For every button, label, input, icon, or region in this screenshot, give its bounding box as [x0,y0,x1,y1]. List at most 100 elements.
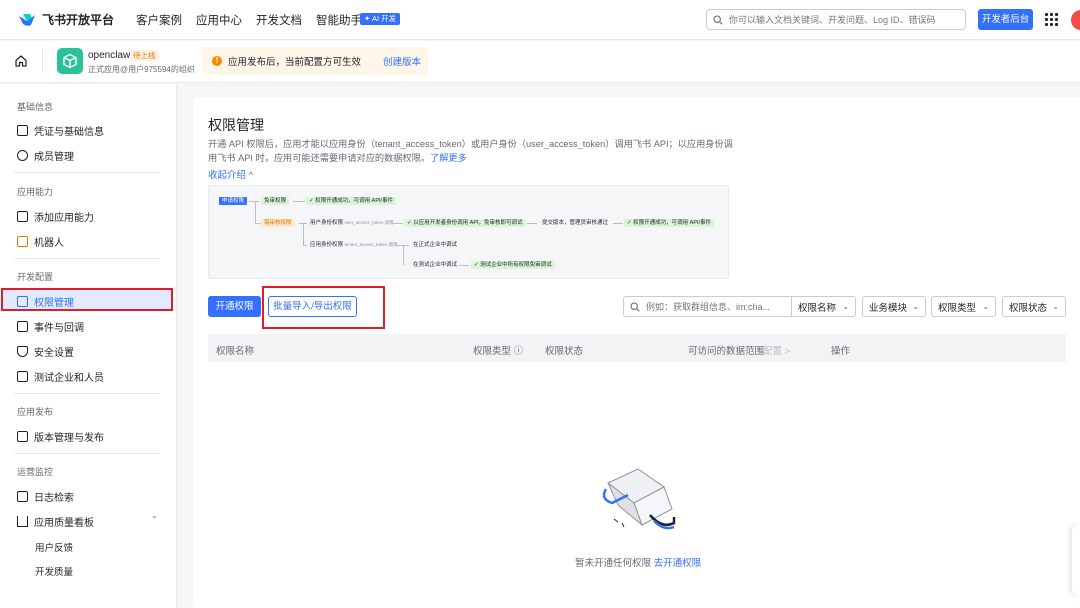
col-data-scope: 可访问的数据范围 [688,346,765,357]
flow-test-debug: 在测试企业中调试 [413,262,458,268]
permission-search-input[interactable] [646,301,786,312]
nav-app-center[interactable]: 应用中心 [196,12,242,28]
sidebar-group-release: 应用发布 [17,407,54,417]
appbar-divider [42,48,43,74]
page-title: 权限管理 [208,117,264,133]
chevron-down-icon: ⌄ [982,302,989,311]
flow-publish: 提交版本，管理员审核通过 [542,220,609,226]
shield-icon [17,346,28,357]
nav-customer-cases[interactable]: 客户案例 [136,12,182,28]
sidebar-group-monitoring: 运营监控 [17,467,54,477]
sidebar-item-events[interactable]: 事件与回调 [17,319,84,334]
notice-text: 应用发布后，当前配置方可生效 [228,57,362,68]
empty-state-illustration [602,468,676,530]
cube-icon [63,53,77,69]
create-version-link[interactable]: 创建版本 [383,54,421,68]
filter-label: 权限状态 [1009,302,1048,314]
sidebar-item-bot[interactable]: 机器人 [17,234,64,249]
table-header [208,334,1066,362]
filter-label: 权限类型 [938,302,977,314]
filter-label: 权限名称 [798,302,837,314]
sidebar-item-members[interactable]: 成员管理 [17,148,74,163]
person-icon [17,150,28,161]
page-description: 开通 API 权限后，应用才能以应用身份（tenant_access_token… [208,137,733,165]
brand-logo[interactable]: 飞书开放平台 [18,11,114,28]
sidebar-item-add-capability[interactable]: 添加应用能力 [17,209,94,224]
flow-apply: 申请权限 [219,197,248,205]
sidebar-item-logs[interactable]: 日志检索 [17,489,74,504]
home-icon[interactable] [14,54,28,68]
chevron-up-icon[interactable]: ⌃ [151,515,158,524]
brand-name: 飞书开放平台 [42,13,115,27]
sidebar-item-security[interactable]: 安全设置 [17,344,74,359]
sidebar-item-label: 事件与回调 [34,323,84,334]
filter-permission-name[interactable]: 权限名称 ⌄ [791,296,856,317]
ai-badge: ✦ AI 开发 [360,13,401,25]
flow-publish-result: ✓ 权限开通成功，可调用 API/事件 [624,219,715,227]
app-owner: 正式应用@用户975594的组织 [88,65,195,74]
search-icon [713,14,723,25]
id-card-icon [17,125,28,136]
sidebar-item-quality[interactable]: 应用质量看板 [17,514,94,529]
empty-message: 暂未开通任何权限 [575,558,652,569]
sidebar-item-label: 日志检索 [34,493,74,504]
open-permission-button[interactable]: 开通权限 [208,296,261,317]
permission-flow-diagram: 申请权限 免审权限 ✓ 权限开通成功，可调用 API/事件 需审核权限 用户身份… [208,185,729,279]
sidebar-group-capabilities: 应用能力 [17,187,54,197]
sidebar-item-versions[interactable]: 版本管理与发布 [17,429,104,444]
annotation-red-box-batch [262,286,385,329]
sidebar-item-label: 凭证与基础信息 [34,127,104,138]
sidebar-group-dev-config: 开发配置 [17,272,54,282]
sidebar-divider [14,172,160,173]
sidebar-item-label: 机器人 [34,238,64,249]
collapse-intro-link[interactable]: 收起介绍 ^ [208,167,253,181]
flow-prod-debug: 在正式企业中调试 [413,242,458,248]
sidebar-group-basic: 基础信息 [17,102,54,112]
flow-review: 需审核权限 [261,219,295,227]
annotation-red-box-sidebar [1,288,173,311]
app-avatar [57,48,83,74]
sidebar-subitem-feedback[interactable]: 用户反馈 [35,540,73,554]
flow-test-step: ✓ 测试企业中所有权限免审调试 [471,261,555,269]
learn-more-link[interactable]: 了解更多 [430,153,467,163]
sidebar-item-test-tenant[interactable]: 测试企业和人员 [17,369,104,384]
chevron-down-icon: ⌄ [912,302,919,311]
search-icon [630,301,640,312]
event-icon [17,321,28,332]
apps-grid-icon[interactable] [1045,13,1058,26]
permission-search-box[interactable] [623,296,791,317]
sidebar-divider [14,453,160,454]
sidebar-divider [14,258,160,259]
col-permission-name: 权限名称 [216,346,255,357]
bar-chart-icon [17,516,28,527]
sidebar-subitem-dev-quality[interactable]: 开发质量 [35,564,73,578]
flow-free: 免审权限 [261,197,290,205]
top-search-input[interactable] [729,14,954,25]
top-search-box[interactable] [706,9,966,30]
feishu-logo-icon [19,13,35,26]
filter-permission-status[interactable]: 权限状态 ⌄ [1002,296,1066,317]
upload-icon [17,431,28,442]
sidebar-item-label: 添加应用能力 [34,213,94,224]
sidebar-item-label: 应用质量看板 [34,518,94,529]
floating-side-panel[interactable] [1072,525,1080,595]
chevron-down-icon: ⌄ [842,302,849,311]
nav-dev-docs[interactable]: 开发文档 [256,12,302,28]
nav-ai-assistant[interactable]: 智能助手 [316,12,362,28]
empty-state-text: 暂未开通任何权限 去开通权限 [575,555,701,569]
sidebar-divider [14,393,160,394]
col-permission-type: 权限类型 ⓘ [473,346,524,357]
app-status-badge: 待上线 [130,50,159,61]
filter-business-module[interactable]: 业务模块 ⌄ [862,296,926,317]
sidebar-item-credentials[interactable]: 凭证与基础信息 [17,123,104,138]
warning-icon: ! [212,56,222,66]
sidebar-item-label: 版本管理与发布 [34,433,104,444]
robot-icon [17,236,28,247]
publish-notice: ! 应用发布后，当前配置方可生效 创建版本 [202,47,428,75]
description-text: 开通 API 权限后，应用才能以应用身份（tenant_access_token… [208,139,733,163]
filter-permission-type[interactable]: 权限类型 ⌄ [931,296,996,317]
flow-free-result: ✓ 权限开通成功，可调用 API/事件 [306,197,397,205]
dev-console-button[interactable]: 开发者后台 [978,9,1033,30]
go-open-permission-link[interactable]: 去开通权限 [654,558,702,569]
flow-app-identity: 应用身份权限 tenant_access_token 调用 [310,242,398,248]
